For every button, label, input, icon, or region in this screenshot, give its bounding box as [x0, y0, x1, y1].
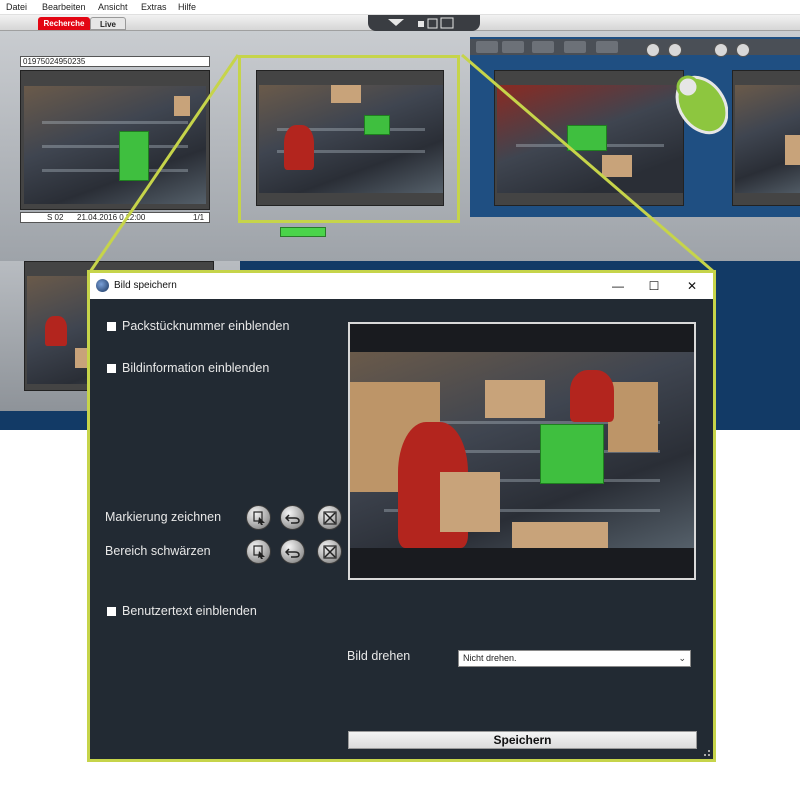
view-list-icon[interactable] [596, 41, 618, 53]
target-icon[interactable] [736, 43, 750, 57]
camera-image-3 [497, 85, 683, 193]
rotate-select-value: Nicht drehen. [463, 653, 517, 663]
delete-icon [323, 545, 337, 559]
checkbox-user-text[interactable] [107, 607, 116, 616]
next-icon[interactable] [668, 43, 682, 57]
top-strip: Recherche Live [0, 15, 800, 31]
counter-label: 1/1 [193, 213, 205, 222]
marking-cursor-button[interactable] [246, 505, 271, 530]
rotate-select[interactable]: Nicht drehen. ⌄ [458, 650, 691, 667]
cursor-icon [253, 545, 265, 559]
label-draw-marking: Markierung zeichnen [105, 510, 222, 524]
view-grid-icon[interactable] [502, 41, 524, 53]
menu-item-extras[interactable]: Extras [141, 2, 167, 12]
tab-live[interactable]: Live [90, 17, 126, 30]
view-single-icon[interactable] [476, 41, 498, 53]
camera-image-4 [735, 85, 800, 193]
cursor-icon [253, 511, 265, 525]
tab-recherche[interactable]: Recherche [38, 17, 90, 30]
mouse-icon [668, 67, 729, 137]
station-label: S 02 [47, 213, 64, 222]
dialog-titlebar: Bild speichern — ☐ ✕ [90, 273, 713, 299]
chevron-down-icon: ⌄ [678, 653, 686, 663]
camera-feed-3[interactable] [494, 70, 684, 206]
blacken-delete-button[interactable] [317, 539, 342, 564]
camera-image-1 [24, 86, 206, 204]
marking-undo-button[interactable] [280, 505, 305, 530]
save-button[interactable]: Speichern [348, 731, 697, 749]
label-user-text: Benutzertext einblenden [122, 604, 257, 618]
undo-icon [285, 548, 300, 558]
maximize-icon[interactable]: ☐ [646, 278, 662, 294]
view-box-icon[interactable] [532, 41, 554, 53]
preview-camera-image [350, 352, 694, 548]
image-preview[interactable] [348, 322, 696, 580]
selected-camera-highlight [238, 55, 460, 223]
package-number-field[interactable]: 01975024950235 [20, 56, 210, 67]
timestamp-label: 21.04.2016 0 12:00 [77, 213, 146, 222]
marking-delete-button[interactable] [317, 505, 342, 530]
blacken-undo-button[interactable] [280, 539, 305, 564]
prev-icon[interactable] [646, 43, 660, 57]
layout-switcher[interactable] [368, 15, 480, 31]
checkbox-image-info[interactable] [107, 364, 116, 373]
camera-feed-4[interactable] [732, 70, 800, 206]
stop-icon[interactable] [714, 43, 728, 57]
label-blacken-area: Bereich schwärzen [105, 544, 211, 558]
label-image-info: Bildinformation einblenden [122, 361, 270, 375]
delete-icon [323, 511, 337, 525]
app-logo-icon [96, 279, 109, 292]
checkbox-package-number[interactable] [107, 322, 116, 331]
menu-bar: Datei Bearbeiten Ansicht Extras Hilfe [0, 0, 800, 15]
label-rotate-image: Bild drehen [347, 649, 411, 663]
view-icon-strip [470, 39, 800, 55]
resize-grip-icon[interactable] [704, 750, 710, 756]
menu-item-bearbeiten[interactable]: Bearbeiten [42, 2, 86, 12]
undo-icon [285, 514, 300, 524]
minimize-icon[interactable]: — [610, 278, 626, 294]
camera-info-bar: S 02 21.04.2016 0 12:00 1/1 [20, 212, 210, 223]
layout-icons [388, 17, 454, 29]
label-package-number: Packstücknummer einblenden [122, 319, 290, 333]
active-camera-indicator [280, 227, 326, 237]
view-map-icon[interactable] [564, 41, 586, 53]
save-image-dialog: Bild speichern — ☐ ✕ Packstücknummer ein… [90, 273, 713, 759]
menu-item-datei[interactable]: Datei [6, 2, 27, 12]
blacken-cursor-button[interactable] [246, 539, 271, 564]
close-icon[interactable]: ✕ [684, 278, 700, 294]
camera-feed-1[interactable] [20, 70, 210, 210]
dialog-title: Bild speichern [114, 280, 177, 291]
menu-item-ansicht[interactable]: Ansicht [98, 2, 128, 12]
menu-item-hilfe[interactable]: Hilfe [178, 2, 196, 12]
